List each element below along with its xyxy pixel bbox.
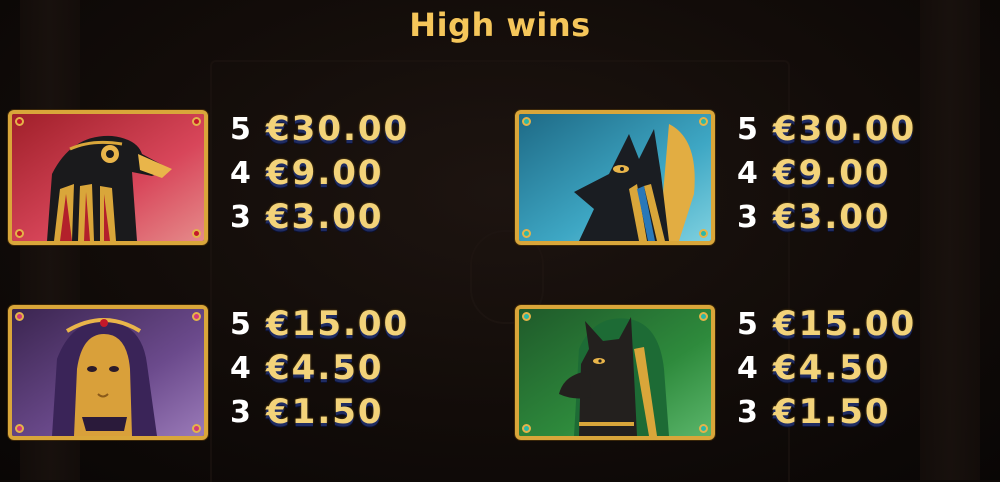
payout-amount: €15.00 (266, 304, 410, 344)
pay-row: 5 €30.00 (737, 107, 987, 151)
payout-amount: €3.00 (773, 197, 891, 237)
symbol-card-anubis (515, 110, 715, 245)
pay-row: 3 €3.00 (737, 195, 987, 239)
payout-amount: €4.50 (266, 348, 384, 388)
payout-amount: €15.00 (773, 304, 917, 344)
symbol-count: 3 (230, 394, 251, 430)
pay-row: 5 €15.00 (230, 302, 480, 346)
symbol-count: 5 (230, 306, 251, 342)
symbol-count: 3 (230, 199, 251, 235)
pay-row: 4 €9.00 (230, 151, 480, 195)
symbol-count: 4 (737, 350, 758, 386)
symbol-count: 4 (737, 155, 758, 191)
symbol-count: 5 (737, 111, 758, 147)
symbol-count: 3 (737, 199, 758, 235)
payout-amount: €1.50 (773, 392, 891, 432)
symbol-count: 3 (737, 394, 758, 430)
payout-amount: €3.00 (266, 197, 384, 237)
pay-row: 5 €15.00 (737, 302, 987, 346)
payout-amount: €9.00 (773, 153, 891, 193)
gem-icon (15, 424, 24, 433)
paytable-bastet: 5 €15.00 4 €4.50 3 €1.50 (737, 302, 987, 434)
payout-amount: €30.00 (266, 109, 410, 149)
gem-icon (522, 229, 531, 238)
gem-icon (192, 424, 201, 433)
gem-icon (699, 229, 708, 238)
gem-icon (699, 117, 708, 126)
payout-amount: €1.50 (266, 392, 384, 432)
gem-icon (522, 312, 531, 321)
gem-icon (192, 312, 201, 321)
pharaoh-mask-icon (12, 309, 204, 436)
paytable-horus: 5 €30.00 4 €9.00 3 €3.00 (230, 107, 480, 239)
gem-icon (15, 117, 24, 126)
gem-icon (15, 229, 24, 238)
pay-row: 4 €9.00 (737, 151, 987, 195)
payout-amount: €4.50 (773, 348, 891, 388)
pay-row: 3 €1.50 (230, 390, 480, 434)
gem-icon (15, 312, 24, 321)
page-title: High wins (409, 6, 591, 44)
symbol-count: 5 (737, 306, 758, 342)
pay-row: 3 €1.50 (737, 390, 987, 434)
pay-row: 3 €3.00 (230, 195, 480, 239)
gem-icon (192, 117, 201, 126)
gem-icon (522, 117, 531, 126)
bastet-cat-icon (519, 309, 711, 436)
paytable-anubis: 5 €30.00 4 €9.00 3 €3.00 (737, 107, 987, 239)
symbol-count: 4 (230, 350, 251, 386)
paytable-pharaoh: 5 €15.00 4 €4.50 3 €1.50 (230, 302, 480, 434)
payout-amount: €30.00 (773, 109, 917, 149)
symbol-count: 4 (230, 155, 251, 191)
gem-icon (699, 312, 708, 321)
horus-falcon-icon (12, 114, 204, 241)
gem-icon (192, 229, 201, 238)
anubis-jackal-icon (519, 114, 711, 241)
symbol-card-pharaoh (8, 305, 208, 440)
pay-row: 4 €4.50 (737, 346, 987, 390)
gem-icon (699, 424, 708, 433)
pay-row: 5 €30.00 (230, 107, 480, 151)
symbol-card-horus (8, 110, 208, 245)
symbol-card-bastet (515, 305, 715, 440)
payout-amount: €9.00 (266, 153, 384, 193)
symbol-count: 5 (230, 111, 251, 147)
gem-icon (522, 424, 531, 433)
pay-row: 4 €4.50 (230, 346, 480, 390)
